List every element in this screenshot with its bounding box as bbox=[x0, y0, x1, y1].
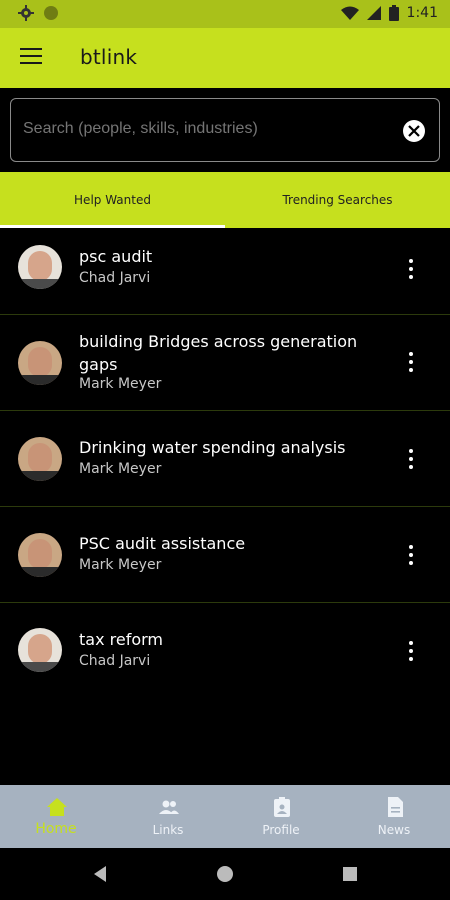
item-author: Mark Meyer bbox=[79, 376, 162, 392]
list-item[interactable]: psc audit Chad Jarvi bbox=[0, 228, 450, 315]
menu-icon[interactable] bbox=[20, 48, 42, 68]
signal-icon bbox=[366, 6, 381, 20]
tab-bar: Help Wanted Trending Searches bbox=[0, 172, 450, 228]
avatar bbox=[18, 437, 62, 481]
tab-label: Trending Searches bbox=[282, 193, 393, 207]
item-title: Drinking water spending analysis bbox=[79, 438, 346, 457]
battery-icon bbox=[388, 5, 399, 21]
item-title: building Bridges across generation gaps bbox=[79, 332, 358, 374]
more-options-icon[interactable] bbox=[406, 259, 416, 281]
more-options-icon[interactable] bbox=[406, 641, 416, 663]
item-title: psc audit bbox=[79, 247, 153, 266]
close-icon[interactable] bbox=[403, 120, 425, 142]
tab-help-wanted[interactable]: Help Wanted bbox=[0, 172, 225, 228]
list-item[interactable]: Drinking water spending analysis Mark Me… bbox=[0, 411, 450, 507]
system-navigation-bar bbox=[0, 848, 450, 900]
list-item[interactable]: building Bridges across generation gaps … bbox=[0, 315, 450, 411]
item-author: Chad Jarvi bbox=[79, 270, 151, 286]
nav-home[interactable]: Home bbox=[0, 785, 112, 848]
recents-icon[interactable] bbox=[338, 862, 362, 886]
item-title: tax reform bbox=[79, 630, 164, 649]
tab-trending-searches[interactable]: Trending Searches bbox=[225, 172, 450, 228]
search-area bbox=[0, 88, 450, 172]
document-icon bbox=[388, 797, 403, 817]
help-wanted-list: psc audit Chad Jarvi building Bridges ac… bbox=[0, 228, 450, 699]
list-item[interactable]: PSC audit assistance Mark Meyer bbox=[0, 507, 450, 603]
bottom-navigation: Home Links Profile News bbox=[0, 785, 450, 848]
nav-label: Home bbox=[35, 821, 77, 837]
home-icon bbox=[47, 798, 67, 816]
wifi-icon bbox=[340, 6, 359, 20]
more-options-icon[interactable] bbox=[406, 352, 416, 374]
nav-label: Links bbox=[152, 823, 184, 837]
item-author: Chad Jarvi bbox=[79, 653, 151, 669]
search-input[interactable] bbox=[21, 119, 385, 139]
avatar bbox=[18, 341, 62, 385]
notification-dot-icon bbox=[44, 6, 58, 20]
search-box bbox=[10, 98, 440, 162]
item-title: PSC audit assistance bbox=[79, 534, 246, 553]
nav-news[interactable]: News bbox=[338, 785, 450, 848]
list-item[interactable]: tax reform Chad Jarvi bbox=[0, 603, 450, 699]
item-author: Mark Meyer bbox=[79, 461, 162, 477]
settings-icon bbox=[18, 5, 34, 21]
nav-label: Profile bbox=[262, 823, 300, 837]
app-title: btlink bbox=[80, 45, 138, 69]
avatar bbox=[18, 628, 62, 672]
back-icon[interactable] bbox=[88, 862, 112, 886]
people-icon bbox=[159, 800, 179, 814]
more-options-icon[interactable] bbox=[406, 545, 416, 567]
more-options-icon[interactable] bbox=[406, 449, 416, 471]
avatar bbox=[18, 533, 62, 577]
tab-label: Help Wanted bbox=[74, 193, 151, 207]
avatar bbox=[18, 245, 62, 289]
profile-badge-icon bbox=[274, 797, 290, 817]
nav-profile[interactable]: Profile bbox=[225, 785, 337, 848]
nav-links[interactable]: Links bbox=[112, 785, 224, 848]
home-circle-icon[interactable] bbox=[213, 862, 237, 886]
item-author: Mark Meyer bbox=[79, 557, 162, 573]
nav-label: News bbox=[377, 823, 411, 837]
status-bar: 1:41 bbox=[0, 0, 450, 28]
app-bar: btlink bbox=[0, 28, 450, 88]
status-time: 1:41 bbox=[406, 5, 438, 21]
